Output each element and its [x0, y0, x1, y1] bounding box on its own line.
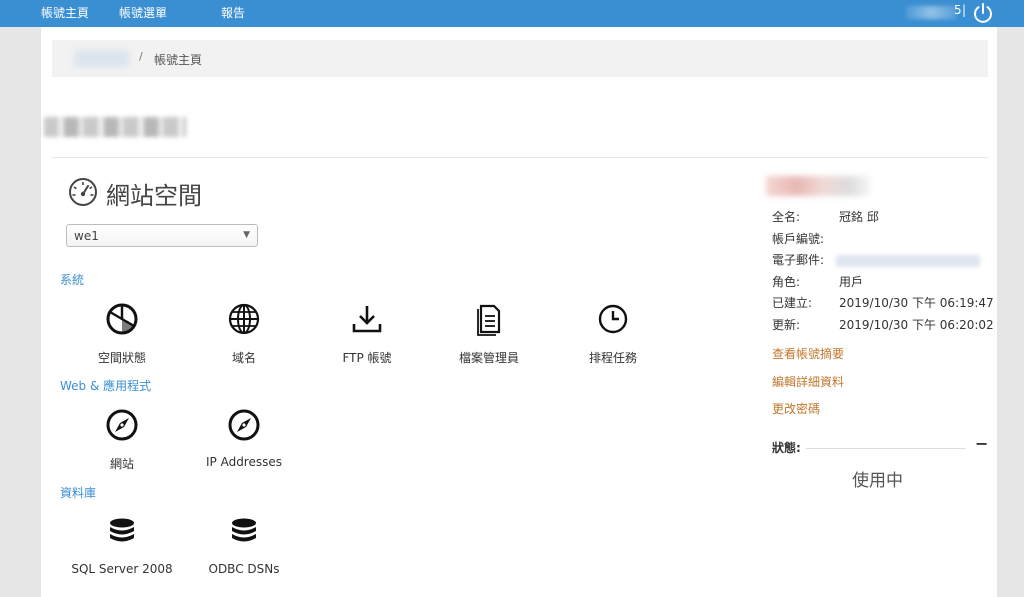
tile-label: IP Addresses — [205, 455, 282, 469]
document-icon — [477, 304, 501, 336]
tile-label: ODBC DSNs — [208, 562, 280, 576]
field-created-value: 2019/10/30 下午 06:19:47 — [839, 296, 994, 310]
field-full-name-value: 冠銘 邱 — [839, 210, 879, 224]
tile-label: FTP 帳號 — [342, 351, 392, 365]
nav-account-home[interactable]: 帳號主頁 — [41, 4, 89, 21]
breadcrumb-home-redacted[interactable] — [74, 50, 129, 67]
compass-icon — [106, 409, 138, 441]
top-navbar: 帳號主頁 帳號選單 報告 5 | — [0, 0, 1024, 27]
account-heading-redacted — [766, 176, 870, 196]
tile-file-manager[interactable]: 檔案管理員 — [424, 302, 554, 372]
tile-websites[interactable]: 網站 — [57, 408, 187, 478]
status-divider — [806, 448, 966, 449]
tile-label: 域名 — [231, 351, 256, 365]
username-redacted — [906, 6, 956, 19]
field-email-label: 電子郵件: — [772, 253, 825, 267]
power-icon[interactable] — [971, 1, 995, 25]
divider — [52, 157, 988, 158]
account-name-redacted — [44, 117, 186, 137]
field-role-label: 角色: — [772, 275, 801, 289]
field-created-label: 已建立: — [772, 296, 813, 310]
field-updated-value: 2019/10/30 下午 06:20:02 — [839, 318, 994, 332]
tile-label: 檔案管理員 — [458, 351, 519, 365]
field-role-value: 用戶 — [839, 275, 864, 289]
change-password-link[interactable]: 更改密碼 — [772, 400, 820, 417]
nav-reports[interactable]: 報告 — [221, 4, 245, 21]
view-account-summary-link[interactable]: 查看帳號摘要 — [772, 345, 844, 362]
field-account-id-label: 帳戶編號: — [772, 232, 825, 246]
pie-chart-icon — [106, 303, 138, 335]
breadcrumb: / 帳號主頁 — [52, 40, 988, 77]
field-updated-label: 更新: — [772, 318, 801, 332]
tile-label: 網站 — [109, 457, 134, 471]
breadcrumb-current: 帳號主頁 — [154, 53, 203, 67]
webspace-select-value: we1 — [74, 229, 99, 243]
tile-sql-server-2008[interactable]: SQL Server 2008 — [57, 515, 187, 585]
status-label: 狀態: — [772, 441, 801, 455]
section-web-apps-title: Web & 應用程式 — [60, 379, 152, 393]
status-value: 使用中 — [852, 471, 903, 491]
tile-space-status[interactable]: 空間狀態 — [57, 302, 187, 372]
status-collapse-toggle[interactable]: − — [975, 434, 988, 453]
globe-icon — [228, 303, 260, 335]
tile-label: SQL Server 2008 — [71, 562, 173, 576]
field-full-name-label: 全名: — [772, 210, 801, 224]
section-databases-title: 資料庫 — [60, 486, 97, 500]
breadcrumb-separator: / — [139, 50, 143, 63]
tile-domains[interactable]: 域名 — [179, 302, 309, 372]
edit-details-link[interactable]: 編輯詳細資料 — [772, 373, 844, 390]
tile-ip-addresses[interactable]: IP Addresses — [179, 408, 309, 478]
download-icon — [352, 306, 382, 333]
compass-icon — [228, 409, 260, 441]
nav-account-menu[interactable]: 帳號選單 — [119, 4, 167, 21]
tile-scheduled-tasks[interactable]: 排程任務 — [548, 302, 678, 372]
tile-label: 排程任務 — [588, 351, 637, 365]
tile-ftp-accounts[interactable]: FTP 帳號 — [302, 302, 432, 372]
webspace-select[interactable]: we1 ▼ — [66, 224, 258, 247]
username-suffix: 5 — [954, 3, 962, 17]
speedometer-icon — [69, 178, 97, 206]
database-icon — [232, 518, 256, 542]
chevron-down-icon: ▼ — [243, 230, 250, 240]
webspace-title: 網站空間 — [106, 182, 202, 210]
topbar-separator: | — [962, 3, 967, 17]
clock-icon — [598, 304, 628, 334]
section-system-title: 系統 — [60, 273, 85, 287]
tile-label: 空間狀態 — [97, 351, 146, 365]
email-redacted — [836, 255, 980, 267]
database-icon — [110, 518, 134, 542]
tile-odbc-dsns[interactable]: ODBC DSNs — [179, 515, 309, 585]
